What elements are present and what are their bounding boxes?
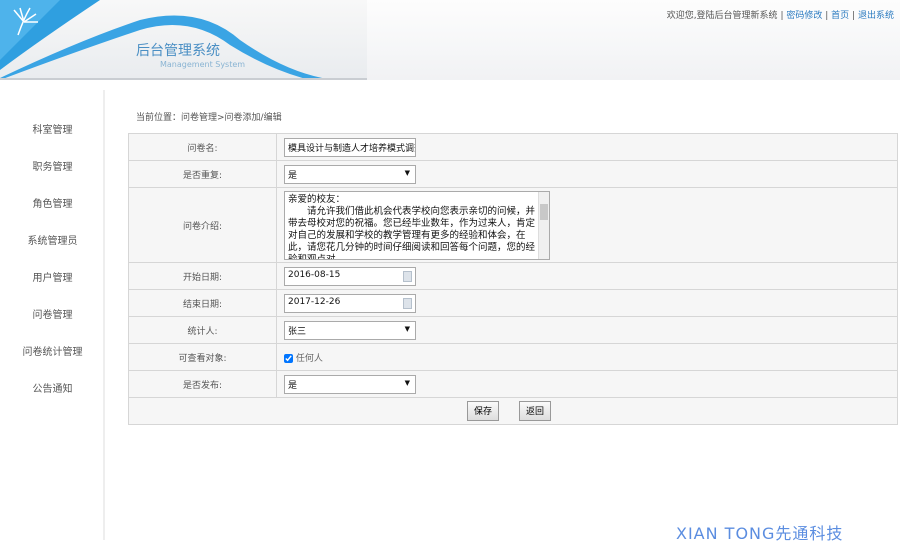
- breadcrumb: 当前位置：问卷管理>问卷添加/编辑: [136, 113, 282, 123]
- sidebar: 科室管理 职务管理 角色管理 系统管理员 用户管理 问卷管理 问卷统计管理 公告…: [0, 90, 105, 540]
- sidebar-item-user[interactable]: 用户管理: [0, 269, 105, 284]
- publish-select[interactable]: 是 ▼: [284, 374, 416, 394]
- sidebar-item-questionnaire-stats[interactable]: 问卷统计管理: [0, 343, 105, 358]
- sidebar-item-role[interactable]: 角色管理: [0, 195, 105, 210]
- name-input[interactable]: 模具设计与制造人才培养模式调查表: [284, 137, 416, 157]
- start-date-input[interactable]: 2016-08-15: [284, 266, 416, 286]
- calendar-icon[interactable]: [403, 270, 412, 282]
- separator: |: [852, 11, 856, 21]
- form-row: 问卷介绍: 亲爱的校友： 请允许我们借此机会代表学校向您表示亲切的问候，并带去母…: [128, 187, 898, 263]
- end-date-input[interactable]: 2017-12-26: [284, 293, 416, 313]
- chevron-down-icon: ▼: [404, 168, 410, 177]
- intro-label: 问卷介绍:: [128, 187, 277, 263]
- end-date-label: 结束日期:: [128, 289, 277, 317]
- end-date-value: 2017-12-26: [288, 296, 341, 307]
- start-date-value: 2016-08-15: [288, 269, 341, 280]
- banner: 后台管理系统 Management System: [0, 0, 367, 80]
- publish-value: 是: [288, 380, 298, 391]
- viewer-label: 可查看对象:: [128, 343, 277, 371]
- viewer-option-label: 任何人: [295, 353, 323, 364]
- repeat-value: 是: [288, 170, 298, 181]
- sidebar-item-admin[interactable]: 系统管理员: [0, 232, 105, 247]
- statistician-select[interactable]: 张三 ▼: [284, 320, 416, 340]
- top-nav: 欢迎您,登陆后台管理新系统 | 密码修改 | 首页 | 退出系统: [667, 8, 894, 21]
- form-row: 统计人: 张三 ▼: [128, 316, 898, 344]
- form-row: 开始日期: 2016-08-15: [128, 262, 898, 290]
- start-date-label: 开始日期:: [128, 262, 277, 290]
- chevron-down-icon: ▼: [404, 378, 410, 387]
- sidebar-item-position[interactable]: 职务管理: [0, 158, 105, 173]
- intro-textarea[interactable]: 亲爱的校友： 请允许我们借此机会代表学校向您表示亲切的问候，并带去母校对您的祝福…: [284, 190, 550, 260]
- intro-text: 亲爱的校友： 请允许我们借此机会代表学校向您表示亲切的问候，并带去母校对您的祝福…: [288, 193, 536, 260]
- scrollbar[interactable]: [538, 191, 549, 259]
- separator: |: [825, 11, 829, 21]
- save-button[interactable]: 保存: [467, 401, 500, 421]
- home-link[interactable]: 首页: [831, 11, 849, 21]
- questionnaire-form: 问卷名: 模具设计与制造人才培养模式调查表 是否重复: 是▼ 问卷介绍: 亲爱的…: [128, 133, 898, 425]
- calendar-icon[interactable]: [403, 297, 412, 309]
- sidebar-item-questionnaire[interactable]: 问卷管理: [0, 306, 105, 321]
- sidebar-item-department[interactable]: 科室管理: [0, 121, 105, 136]
- back-button[interactable]: 返回: [519, 401, 552, 421]
- header: 后台管理系统 Management System 欢迎您,登陆后台管理新系统 |…: [0, 0, 900, 80]
- separator: |: [780, 11, 784, 21]
- repeat-label: 是否重复:: [128, 160, 277, 188]
- publish-label: 是否发布:: [128, 370, 277, 398]
- change-password-link[interactable]: 密码修改: [786, 11, 822, 21]
- form-row: 保存 返回: [128, 397, 898, 425]
- form-row: 结束日期: 2017-12-26: [128, 289, 898, 317]
- logout-link[interactable]: 退出系统: [858, 11, 894, 21]
- statistician-value: 张三: [288, 326, 307, 337]
- welcome-text: 欢迎您,登陆后台管理新系统: [666, 11, 778, 21]
- sidebar-item-notice[interactable]: 公告通知: [0, 380, 105, 395]
- form-row: 问卷名: 模具设计与制造人才培养模式调查表: [128, 133, 898, 161]
- chevron-down-icon: ▼: [404, 324, 410, 333]
- viewer-checkbox[interactable]: [284, 353, 293, 363]
- form-row: 可查看对象: 任何人: [128, 343, 898, 371]
- watermark: XIAN TONG先通科技: [676, 524, 844, 543]
- repeat-select[interactable]: 是 ▼: [284, 164, 416, 184]
- form-row: 是否发布: 是 ▼: [128, 370, 898, 398]
- name-label: 问卷名:: [128, 133, 277, 161]
- system-title: 后台管理系统: [136, 43, 220, 59]
- system-subtitle: Management System: [160, 60, 246, 69]
- statistician-label: 统计人:: [128, 316, 277, 344]
- form-row: 是否重复: 是 ▼: [128, 160, 898, 188]
